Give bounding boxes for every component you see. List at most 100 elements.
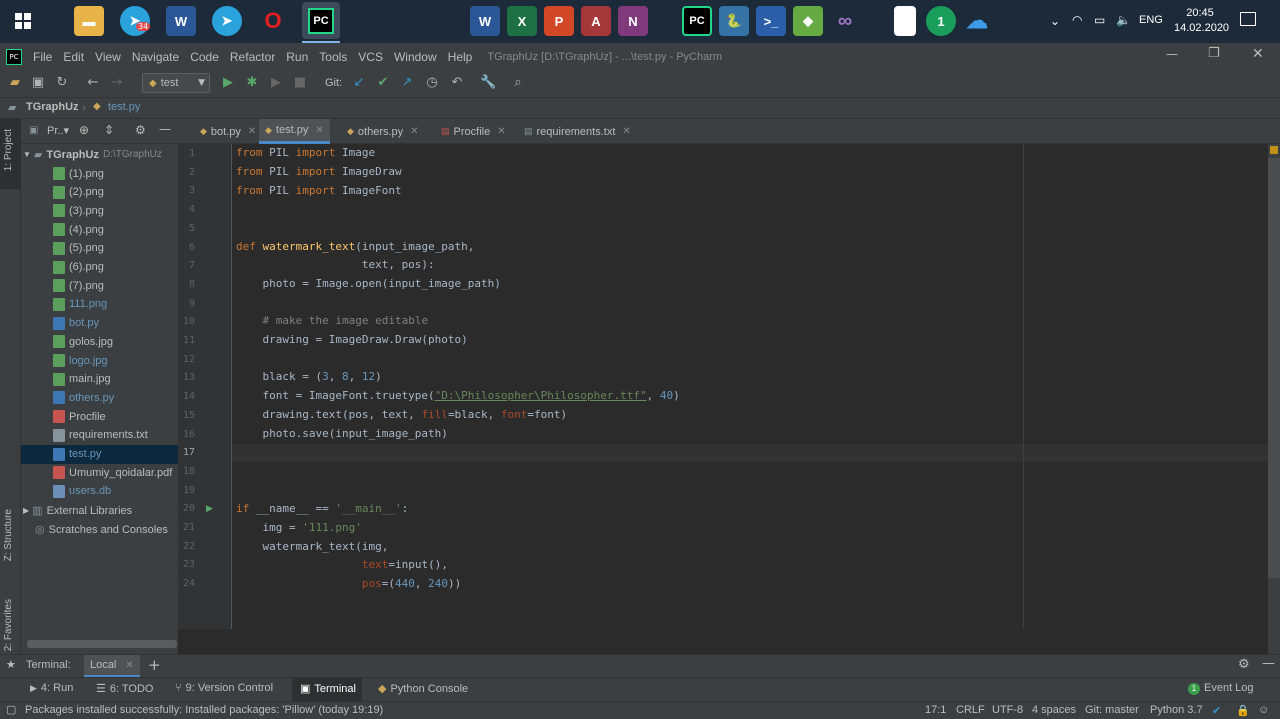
menu-run[interactable]: Run — [286, 50, 308, 64]
windows-start-icon[interactable] — [8, 6, 38, 36]
run-gutter-icon[interactable]: ▶ — [206, 504, 213, 514]
breadcrumb-file[interactable]: test.py — [108, 101, 140, 113]
run-icon[interactable]: ▶ — [221, 76, 235, 90]
powerpoint-icon[interactable]: P — [544, 6, 574, 36]
rollback-icon[interactable]: ↶ — [450, 76, 464, 90]
close-tab-icon[interactable]: ✕ — [622, 126, 630, 137]
status-message[interactable]: Packages installed successfully: Install… — [25, 704, 383, 716]
notification-center-icon[interactable] — [1240, 12, 1256, 26]
save-all-icon[interactable]: ▣ — [31, 76, 45, 90]
tab-requirements-txt[interactable]: ▤ requirements.txt ✕ — [518, 119, 637, 144]
close-window-icon[interactable]: ✕ — [1252, 46, 1264, 62]
tree-file[interactable]: users.db — [21, 482, 178, 501]
visual-studio-icon[interactable]: ∞ — [830, 6, 860, 36]
close-tab-icon[interactable]: ✕ — [497, 126, 505, 137]
tree-file[interactable]: 111.png — [21, 295, 178, 314]
stop-icon[interactable]: ■ — [293, 76, 307, 90]
menu-code[interactable]: Code — [190, 50, 219, 64]
coverage-icon[interactable]: ▶ — [269, 76, 283, 90]
tree-file[interactable]: (7).png — [21, 276, 178, 295]
file-encoding[interactable]: UTF-8 — [992, 704, 1023, 716]
menu-window[interactable]: Window — [394, 50, 437, 64]
telegram-icon[interactable]: ➤ — [120, 6, 150, 36]
hide-panel-icon[interactable]: — — [1262, 656, 1275, 671]
word-pinned-icon[interactable]: W — [470, 6, 500, 36]
menu-help[interactable]: Help — [448, 50, 473, 64]
tree-root[interactable]: ▼ ▰ TGraphUz D:\TGraphUz — [21, 145, 178, 164]
tab-run[interactable]: ▶ 4: Run — [30, 682, 73, 694]
editor-scrollbar[interactable] — [1268, 158, 1280, 578]
menu-vcs[interactable]: VCS — [358, 50, 383, 64]
breadcrumb-project[interactable]: TGraphUz — [26, 101, 79, 113]
wrench-icon[interactable]: 🔧 — [480, 76, 496, 90]
history-icon[interactable]: ◷ — [425, 76, 439, 90]
volume-icon[interactable]: 🔈 — [1116, 13, 1131, 27]
battery-icon[interactable]: ▭ — [1094, 13, 1105, 27]
vcs-check-icon[interactable]: ✔ — [1212, 704, 1221, 717]
menu-view[interactable]: View — [95, 50, 121, 64]
lock-icon[interactable]: 🔒 — [1236, 704, 1250, 717]
tree-file[interactable]: requirements.txt — [21, 426, 178, 445]
tab-python-console[interactable]: ◆ Python Console — [378, 682, 468, 695]
status-toggle-icon[interactable]: ▢ — [6, 703, 16, 716]
tree-file[interactable]: (3).png — [21, 201, 178, 220]
tree-file[interactable]: golos.jpg — [21, 332, 178, 351]
opera-icon[interactable]: O — [258, 6, 288, 36]
tree-file[interactable]: logo.jpg — [21, 351, 178, 370]
tab-terminal[interactable]: ▣ Terminal — [300, 682, 356, 695]
wifi-icon[interactable]: ◠ — [1072, 13, 1082, 27]
tab-todo[interactable]: ☰ 6: TODO — [96, 682, 153, 695]
tree-file[interactable]: (2).png — [21, 183, 178, 202]
menu-file[interactable]: File — [33, 50, 52, 64]
pycharm-taskbar-icon[interactable]: PC — [302, 2, 340, 39]
tab-procfile[interactable]: ▤ Procfile ✕ — [435, 119, 512, 144]
debug-icon[interactable]: ✱ — [245, 76, 259, 90]
tree-external-libraries[interactable]: ▶ ▥ External Libraries — [21, 501, 178, 520]
timer-app-icon[interactable]: 1 — [926, 6, 956, 36]
search-icon[interactable]: ⌕ — [511, 76, 525, 90]
caret-position[interactable]: 17:1 — [925, 704, 946, 716]
tree-file[interactable]: bot.py — [21, 314, 178, 333]
gear-icon[interactable]: ⚙ — [135, 123, 146, 137]
tab-event-log[interactable]: 1 Event Log — [1188, 682, 1254, 695]
structure-tool-label[interactable]: Z: Structure — [3, 509, 14, 561]
run-config-select[interactable]: ◆ test ▼ — [142, 73, 210, 93]
clock[interactable]: 20:45 14.02.2020 — [1174, 6, 1229, 36]
pycharm-pinned-icon[interactable]: PC — [682, 6, 712, 36]
horizontal-scrollbar[interactable] — [27, 640, 177, 648]
minimize-icon[interactable]: — — [1166, 47, 1178, 61]
menu-edit[interactable]: Edit — [63, 50, 84, 64]
document-icon[interactable] — [894, 6, 916, 36]
tree-file[interactable]: (1).png — [21, 164, 178, 183]
warning-indicator-icon[interactable] — [1270, 146, 1278, 154]
python-icon[interactable]: 🐍 — [719, 6, 749, 36]
menu-tools[interactable]: Tools — [319, 50, 347, 64]
chevron-up-icon[interactable]: ⌄ — [1050, 14, 1060, 28]
locate-file-icon[interactable]: ⊕ — [79, 123, 89, 137]
tree-file[interactable]: Umumiy_qoidalar.pdf — [21, 463, 178, 482]
indent-setting[interactable]: 4 spaces — [1032, 704, 1076, 716]
onenote-icon[interactable]: N — [618, 6, 648, 36]
close-tab-icon[interactable]: ✕ — [410, 126, 418, 137]
open-folder-icon[interactable]: ▰ — [8, 76, 22, 90]
tree-file[interactable]: (5).png — [21, 239, 178, 258]
gear-icon[interactable]: ⚙ — [1238, 657, 1250, 672]
sync-icon[interactable]: ↻ — [55, 76, 69, 90]
tab-test-py[interactable]: ◆ test.py ✕ — [259, 119, 330, 144]
git-push-icon[interactable]: ↗ — [400, 76, 414, 90]
project-tool-label[interactable]: 1: Project — [3, 129, 14, 171]
terminal-tab-local[interactable]: Local ✕ — [84, 655, 140, 677]
word-icon[interactable]: W — [166, 6, 196, 36]
tree-scratches[interactable]: ◎ Scratches and Consoles — [21, 520, 178, 539]
back-icon[interactable]: ← — [86, 76, 100, 90]
tree-file[interactable]: Procfile — [21, 407, 178, 426]
close-tab-icon[interactable]: ✕ — [248, 126, 256, 137]
line-separator[interactable]: CRLF — [956, 704, 985, 716]
excel-icon[interactable]: X — [507, 6, 537, 36]
onedrive-icon[interactable]: ☁ — [962, 6, 992, 36]
git-gui-icon[interactable]: ◆ — [793, 6, 823, 36]
inspector-icon[interactable]: ☺ — [1258, 704, 1269, 716]
favorites-tool-label[interactable]: 2: Favorites — [3, 599, 14, 651]
tab-bot-py[interactable]: ◆ bot.py ✕ — [194, 119, 262, 144]
git-branch[interactable]: Git: master — [1085, 704, 1139, 716]
